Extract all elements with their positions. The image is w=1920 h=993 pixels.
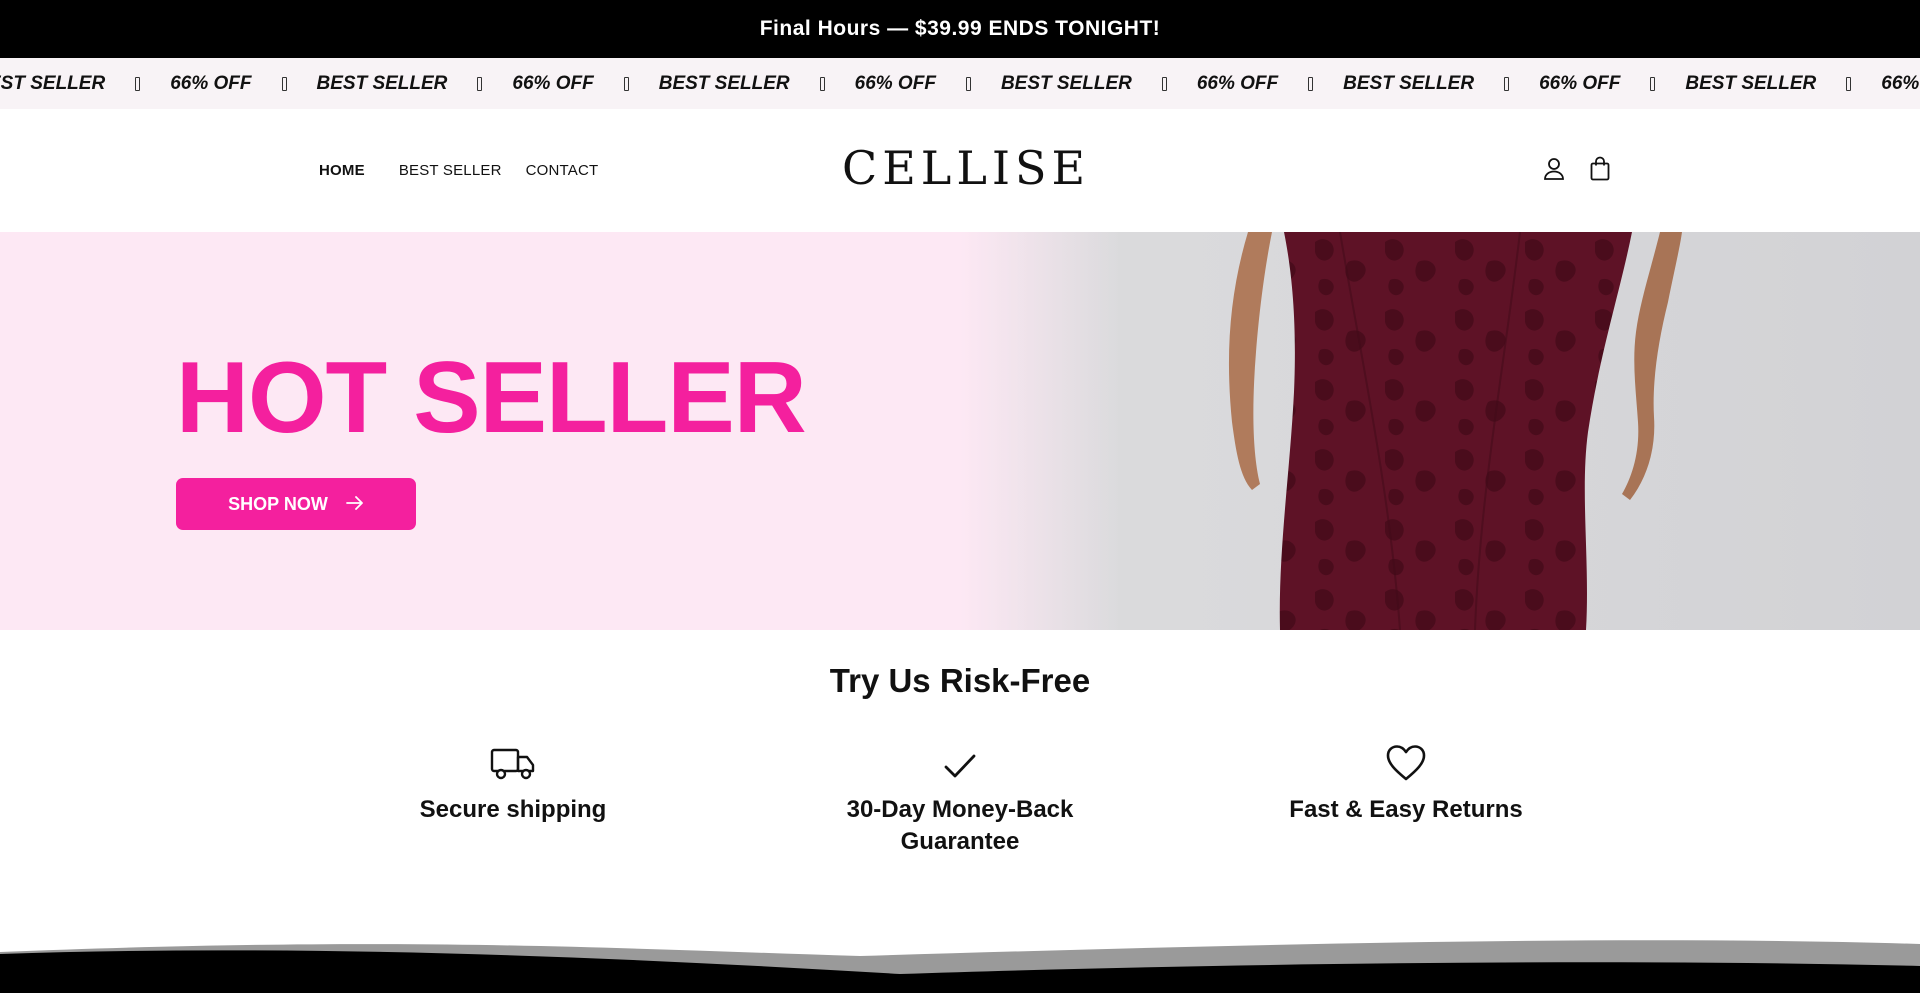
marquee-item: BEST SELLER xyxy=(1343,72,1475,94)
separator-icon xyxy=(281,76,287,91)
shopping-bag-icon[interactable] xyxy=(1587,155,1613,183)
feature-money-back: 30-Day Money-Back Guarantee xyxy=(810,738,1110,858)
marquee-item: 66% OFF xyxy=(170,72,252,94)
user-icon[interactable] xyxy=(1541,155,1567,183)
marquee-item: EST SELLER xyxy=(0,72,106,94)
separator-icon xyxy=(1504,76,1510,91)
nav-home[interactable]: HOME xyxy=(319,162,365,179)
shop-now-label: SHOP NOW xyxy=(228,493,328,514)
separator-icon xyxy=(819,76,825,91)
separator-icon xyxy=(965,76,971,91)
announcement-text: Final Hours — $39.99 ENDS TONIGHT! xyxy=(759,17,1161,40)
marquee-item: 66% OFF xyxy=(512,72,594,94)
nav-contact[interactable]: CONTACT xyxy=(526,162,599,179)
separator-icon xyxy=(135,76,141,91)
nav-best-seller[interactable]: BEST SELLER xyxy=(399,162,502,179)
heart-icon xyxy=(1256,738,1556,782)
brand-logo[interactable]: CELLISE xyxy=(842,143,1085,193)
marquee-item: BEST SELLER xyxy=(1000,72,1132,94)
shop-now-button[interactable]: SHOP NOW xyxy=(176,478,416,530)
announcement-bar: Final Hours — $39.99 ENDS TONIGHT! xyxy=(0,0,1920,58)
site-header: HOME BEST SELLER CONTACT CELLISE xyxy=(0,109,1920,232)
feature-label: Secure shipping xyxy=(419,796,607,823)
marquee-item: BEST SELLER xyxy=(1685,72,1817,94)
separator-icon xyxy=(1650,76,1656,91)
separator-icon xyxy=(477,76,483,91)
main-nav: HOME BEST SELLER CONTACT xyxy=(319,109,622,232)
arrow-right-icon xyxy=(345,494,364,515)
marquee-item: 66% OFF xyxy=(1196,72,1279,94)
separator-icon xyxy=(1308,76,1314,91)
truck-icon xyxy=(363,738,663,782)
hero-image-fade xyxy=(960,232,1120,630)
feature-easy-returns: Fast & Easy Returns xyxy=(1256,738,1556,826)
hero-title: HOT SELLER xyxy=(176,342,807,454)
marquee-item: BEST SELLER xyxy=(316,72,448,94)
header-icons xyxy=(1541,155,1613,183)
separator-icon xyxy=(1846,76,1852,91)
separator-icon xyxy=(1161,76,1167,91)
marquee-item: 66% OFF xyxy=(1881,72,1920,94)
footer-wave-divider xyxy=(0,940,1920,993)
marquee-item: BEST SELLER xyxy=(658,72,790,94)
marquee-track: EST SELLER 66% OFF BEST SELLER 66% OFF B… xyxy=(0,58,1920,109)
marquee-item: 66% OFF xyxy=(1539,72,1621,94)
promo-marquee: EST SELLER 66% OFF BEST SELLER 66% OFF B… xyxy=(0,58,1920,109)
feature-secure-shipping: Secure shipping xyxy=(363,738,663,826)
marquee-item: 66% OFF xyxy=(854,72,936,94)
features-title: Try Us Risk-Free xyxy=(829,662,1091,699)
feature-label: 30-Day Money-Back Guarantee xyxy=(846,796,1074,855)
separator-icon xyxy=(623,76,629,91)
hero-banner: HOT SELLER SHOP NOW xyxy=(0,232,1920,630)
check-icon xyxy=(810,738,1110,782)
feature-label: Fast & Easy Returns xyxy=(1289,796,1523,823)
